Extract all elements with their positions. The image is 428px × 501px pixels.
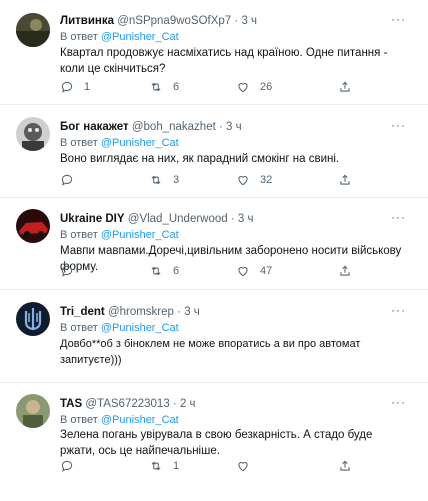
retweet-count: 1 [173,460,180,472]
tweet-header: Литвинка @nSPpna9woSOfXp7 · 3 ч [60,15,258,27]
more-icon[interactable]: ··· [391,12,406,26]
retweet-button[interactable]: 6 [149,80,179,94]
like-count: 26 [260,81,273,93]
reply-count: 1 [84,81,91,93]
tweet-time[interactable]: 3 ч [241,15,257,27]
reply-prefix: В ответ [60,31,98,43]
tweet[interactable]: Tri_dent @hromskrep · 3 ч ··· В ответ @P… [0,290,428,382]
more-icon[interactable]: ··· [391,303,406,317]
mention-link[interactable]: @Punisher_Cat [101,31,179,43]
retweet-icon [149,459,163,473]
tweet-text: Квартал продовжує насміхатись над країно… [60,47,388,75]
reply-icon [60,459,74,473]
retweet-button[interactable]: 3 [149,173,179,187]
tweet[interactable]: Ukraine DIY @Vlad_Underwood · 3 ч ··· В … [0,198,428,289]
reply-button[interactable] [60,264,84,278]
reply-context: В ответ @Punisher_Cat [60,136,179,150]
author-name[interactable]: TAS [60,398,82,410]
author-handle[interactable]: @boh_nakazhet [132,121,216,133]
retweet-icon [149,80,163,94]
share-button[interactable] [338,264,352,278]
share-button[interactable] [338,173,352,187]
avatar[interactable] [16,117,50,151]
tweet-actions: 1 [60,459,390,475]
reply-icon [60,80,74,94]
tweet-time[interactable]: 3 ч [238,213,254,225]
tweet-header: Tri_dent @hromskrep · 3 ч [60,306,200,318]
tweet-actions: 3 32 [60,173,390,189]
more-icon[interactable]: ··· [391,118,406,132]
author-handle[interactable]: @TAS67223013 [85,398,169,410]
retweet-count: 6 [173,265,180,277]
like-button[interactable]: 26 [236,80,272,94]
heart-icon [236,459,250,473]
reply-prefix: В ответ [60,322,98,334]
avatar[interactable] [16,13,50,47]
retweet-count: 3 [173,174,180,186]
tweet[interactable]: Литвинка @nSPpna9woSOfXp7 · 3 ч ··· В от… [0,0,428,104]
avatar[interactable] [16,394,50,428]
avatar[interactable] [16,209,50,243]
like-count: 32 [260,174,273,186]
reply-icon [60,264,74,278]
retweet-button[interactable]: 6 [149,264,179,278]
reply-button[interactable] [60,173,84,187]
tweet-text: Воно виглядає на них, як парадний смокін… [60,153,340,165]
reply-button[interactable] [60,459,84,473]
author-handle[interactable]: @hromskrep [108,306,174,318]
retweet-button[interactable]: 1 [149,459,179,473]
reply-icon [60,173,74,187]
tweet-header: TAS @TAS67223013 · 2 ч [60,398,196,410]
mention-link[interactable]: @Punisher_Cat [101,137,179,149]
author-handle[interactable]: @Vlad_Underwood [128,213,228,225]
more-icon[interactable]: ··· [391,395,406,409]
tweet-time[interactable]: 3 ч [184,306,200,318]
share-icon [338,459,352,473]
reply-prefix: В ответ [60,229,98,241]
share-icon [338,264,352,278]
heart-icon [236,264,250,278]
share-button[interactable] [338,80,352,94]
like-button[interactable]: 47 [236,264,272,278]
like-button[interactable] [236,459,260,473]
reply-button[interactable]: 1 [60,80,90,94]
reply-context: В ответ @Punisher_Cat [60,30,179,44]
author-name[interactable]: Литвинка [60,15,114,27]
author-handle[interactable]: @nSPpna9woSOfXp7 [117,15,231,27]
tweet-text: Довбо**об з біноклем не може впоратись а… [60,338,361,366]
mention-link[interactable]: @Punisher_Cat [101,322,179,334]
tweet-actions: 1 6 26 [60,80,390,96]
author-name[interactable]: Ukraine DIY [60,213,125,225]
reply-context: В ответ @Punisher_Cat [60,321,179,335]
tweet-actions: 6 47 [60,264,390,280]
mention-link[interactable]: @Punisher_Cat [101,229,179,241]
avatar[interactable] [16,302,50,336]
like-count: 47 [260,265,273,277]
tweet-time[interactable]: 3 ч [226,121,242,133]
share-icon [338,173,352,187]
tweet-time[interactable]: 2 ч [180,398,196,410]
share-button[interactable] [338,459,352,473]
tweet[interactable]: TAS @TAS67223013 · 2 ч ··· В ответ @Puni… [0,383,428,501]
mention-link[interactable]: @Punisher_Cat [101,414,179,426]
tweet-header: Ukraine DIY @Vlad_Underwood · 3 ч [60,213,254,225]
tweet-feed: Литвинка @nSPpna9woSOfXp7 · 3 ч ··· В от… [0,0,428,501]
retweet-icon [149,173,163,187]
reply-context: В ответ @Punisher_Cat [60,413,179,427]
like-button[interactable]: 32 [236,173,272,187]
heart-icon [236,173,250,187]
reply-context: В ответ @Punisher_Cat [60,228,179,242]
retweet-icon [149,264,163,278]
reply-prefix: В ответ [60,137,98,149]
reply-prefix: В ответ [60,414,98,426]
share-icon [338,80,352,94]
retweet-count: 6 [173,81,180,93]
author-name[interactable]: Tri_dent [60,306,105,318]
tweet-text: Зелена погань увірувала в свою безкарніс… [60,429,373,457]
author-name[interactable]: Бог накажет [60,121,129,133]
heart-icon [236,80,250,94]
tweet[interactable]: Бог накажет @boh_nakazhet · 3 ч ··· В от… [0,105,428,197]
more-icon[interactable]: ··· [391,210,406,224]
tweet-header: Бог накажет @boh_nakazhet · 3 ч [60,121,242,133]
